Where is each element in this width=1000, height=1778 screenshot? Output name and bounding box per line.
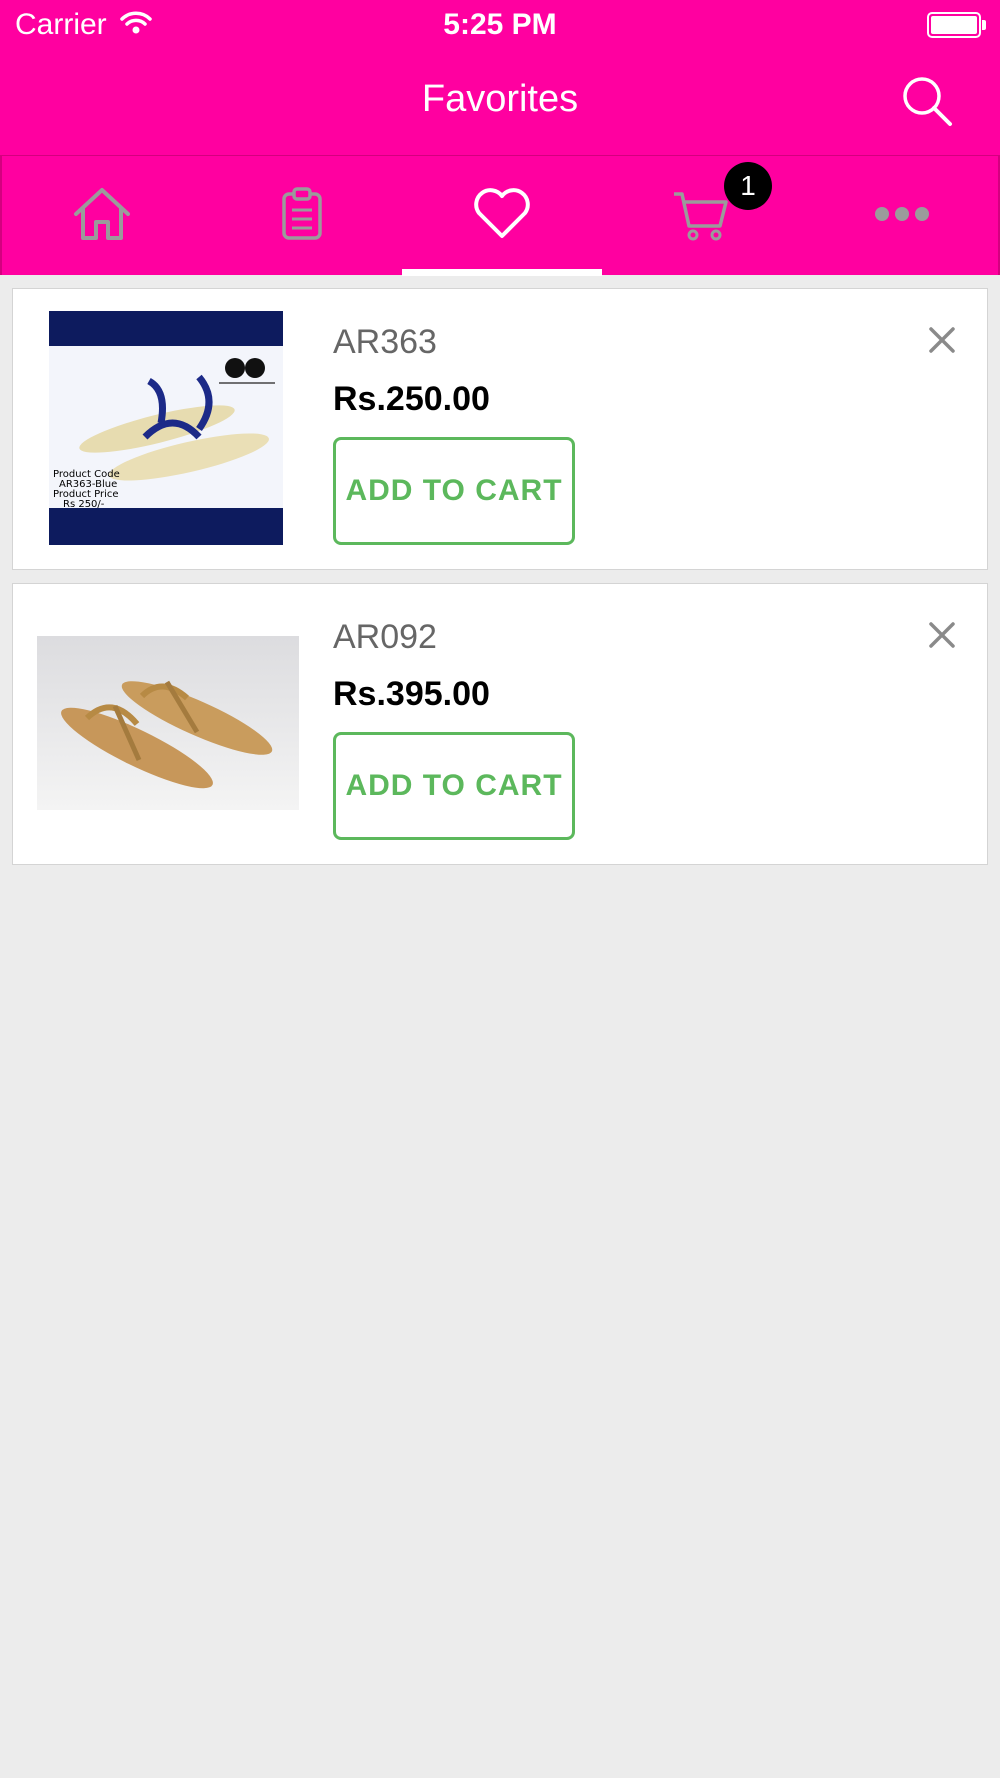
status-bar: Carrier 5:25 PM: [0, 0, 1000, 52]
add-to-cart-button[interactable]: ADD TO CART: [333, 437, 575, 545]
product-sku: AR363: [333, 323, 437, 361]
tab-cart[interactable]: [602, 156, 802, 276]
add-to-cart-button[interactable]: ADD TO CART: [333, 732, 575, 840]
clipboard-icon: [282, 187, 322, 240]
search-icon[interactable]: [898, 72, 956, 130]
home-icon: [74, 188, 130, 240]
tab-bar: [0, 155, 1000, 276]
tab-orders[interactable]: [202, 156, 402, 276]
favorite-item: AR092 Rs.395.00 ADD TO CART: [12, 583, 988, 865]
product-image-ar092[interactable]: [37, 636, 299, 810]
tab-more[interactable]: [802, 156, 1000, 276]
battery-icon: [927, 12, 981, 38]
product-price: Rs.395.00: [333, 675, 490, 713]
heart-icon: [474, 188, 530, 238]
active-tab-indicator: [402, 269, 602, 276]
product-sku: AR092: [333, 618, 437, 656]
product-price: Rs.250.00: [333, 380, 490, 418]
status-time: 5:25 PM: [443, 8, 557, 41]
tab-home[interactable]: [2, 156, 202, 276]
product-image-ar363[interactable]: Product Code AR363-Blue Product Price Rs…: [49, 311, 283, 545]
more-icon: [875, 207, 929, 221]
tab-favorites[interactable]: [402, 156, 602, 276]
favorite-item: Product Code AR363-Blue Product Price Rs…: [12, 288, 988, 570]
battery-tip: [982, 20, 986, 30]
remove-favorite-icon[interactable]: [925, 323, 959, 357]
app-header: Carrier 5:25 PM Favorites: [0, 0, 1000, 155]
remove-favorite-icon[interactable]: [925, 618, 959, 652]
svg-text:Rs 250/-: Rs 250/-: [63, 499, 105, 510]
cart-icon: [674, 192, 728, 241]
page-title: Favorites: [421, 78, 579, 120]
cart-badge: 1: [724, 162, 772, 210]
